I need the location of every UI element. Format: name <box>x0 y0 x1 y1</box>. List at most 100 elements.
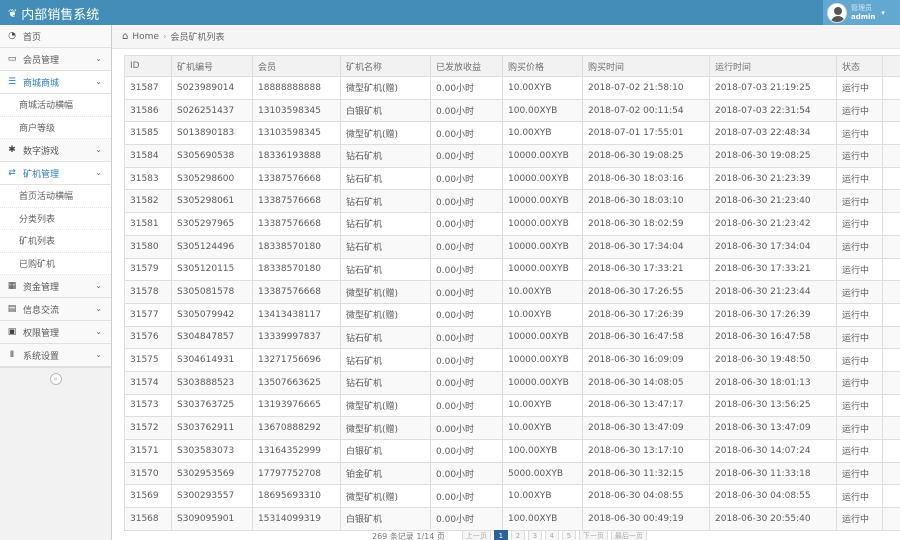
table-cell: 2018-07-02 21:58:10 <box>582 76 710 100</box>
table-row[interactable]: 31569 S300293557 18695693310 微型矿机(赠) 0.00小时 1… <box>124 484 900 509</box>
table-cell: 运行中 <box>836 461 883 486</box>
brand-logo[interactable]: ❦ 内部销售系统 <box>8 4 99 23</box>
page-button[interactable]: 4 <box>544 530 559 540</box>
table-cell <box>882 461 900 486</box>
table-cell: 10.00XYB <box>502 393 583 418</box>
column-header[interactable]: ID <box>124 55 172 77</box>
table-cell: 白银矿机 <box>340 439 431 463</box>
chevron-down-icon: ⌄ <box>95 145 102 154</box>
table-cell: 10.00XYB <box>502 416 583 440</box>
column-header[interactable]: 运行时间 <box>709 55 837 77</box>
table-row[interactable]: 31571 S303583073 13164352999 白银矿机 0.00小时 100.… <box>124 439 900 463</box>
table-row[interactable]: 31579 S305120115 18338570180 钻石矿机 0.00小时 1000… <box>124 257 900 282</box>
next-page-button[interactable]: 下一页 <box>578 530 608 540</box>
table-row[interactable]: 31587 S023989014 18888888888 微型矿机(赠) 0.00小时 1… <box>124 76 900 100</box>
sidebar-subitem[interactable]: 商户等级 <box>0 116 111 139</box>
sidebar-collapse: « <box>0 367 111 389</box>
table-row[interactable]: 31584 S305690538 18336193888 钻石矿机 0.00小时 1000… <box>124 144 900 168</box>
page-button[interactable]: 2 <box>510 530 525 540</box>
table-cell: 2018-06-30 16:47:58 <box>582 325 710 350</box>
sidebar-subitem[interactable]: 商城活动横幅 <box>0 94 111 117</box>
table-cell: 2018-06-30 14:07:24 <box>709 439 837 463</box>
column-header[interactable]: 矿机名称 <box>340 55 431 77</box>
sidebar-item-0[interactable]: ◔ 首页 <box>0 25 111 48</box>
table-row[interactable]: 31582 S305298061 13387576668 钻石矿机 0.00小时 1000… <box>124 189 900 214</box>
table-row[interactable]: 31578 S305081578 13387576668 微型矿机(赠) 0.00小时 1… <box>124 280 900 304</box>
table-cell: 2018-06-30 04:08:55 <box>582 484 710 509</box>
table-cell: 31576 <box>124 325 172 350</box>
table-row[interactable]: 31568 S309095901 15314099319 白银矿机 0.00小时 100.… <box>124 507 900 531</box>
table-cell: 微型矿机(赠) <box>340 484 431 509</box>
sidebar-item-5[interactable]: ▦ 资金管理 ⌄ <box>0 275 111 298</box>
sidebar-item-3[interactable]: ✱ 数字游戏 ⌄ <box>0 139 111 162</box>
table-cell: S026251437 <box>171 98 253 123</box>
table-row[interactable]: 31577 S305079942 13413438117 微型矿机(赠) 0.00小时 1… <box>124 302 900 327</box>
table-cell: 31577 <box>124 302 172 327</box>
table-row[interactable]: 31575 S304614931 13271756696 钻石矿机 0.00小时 1000… <box>124 348 900 372</box>
column-header[interactable]: 矿机编号 <box>171 55 253 77</box>
table-cell: 13271756696 <box>252 348 341 372</box>
prev-page-button[interactable]: 上一页 <box>461 530 491 540</box>
table-cell: S305124496 <box>171 234 253 259</box>
sidebar-item-1[interactable]: ▭ 会员管理 ⌄ <box>0 48 111 71</box>
page-button[interactable]: 1 <box>493 530 508 540</box>
table-cell <box>882 76 900 100</box>
table-cell: 0.00小时 <box>430 76 503 100</box>
table-row[interactable]: 31576 S304847857 13339997837 钻石矿机 0.00小时 1000… <box>124 325 900 350</box>
table-cell <box>882 393 900 418</box>
column-header[interactable]: 会员 <box>252 55 341 77</box>
sidebar-subitem[interactable]: 矿机列表 <box>0 230 111 253</box>
table-cell: 2018-06-30 21:23:42 <box>709 212 837 236</box>
table-cell: 0.00小时 <box>430 348 503 372</box>
last-page-button[interactable]: 最后一页 <box>610 530 647 540</box>
breadcrumb-home-link[interactable]: Home <box>132 32 159 42</box>
table-row[interactable]: 31585 S013890183 13103598345 微型矿机(赠) 0.00小时 1… <box>124 121 900 146</box>
sidebar-item-8[interactable]: Ⅱ 系统设置 ⌄ <box>0 344 111 367</box>
table-cell: 0.00小时 <box>430 325 503 350</box>
list-icon: ☰ <box>7 77 17 87</box>
user-menu[interactable]: 管理员 admin ▾ <box>823 0 900 25</box>
sidebar-subitem[interactable]: 已购矿机 <box>0 252 111 275</box>
sidebar-item-4[interactable]: ⇄ 矿机管理 ⌄ <box>0 162 111 185</box>
table-cell: 31572 <box>124 416 172 440</box>
table-row[interactable]: 31581 S305297965 13387576668 钻石矿机 0.00小时 1000… <box>124 212 900 236</box>
sidebar-subitem[interactable]: 分类列表 <box>0 207 111 230</box>
table-cell <box>882 507 900 531</box>
table-cell: 31584 <box>124 144 172 168</box>
table-row[interactable]: 31573 S303763725 13193976665 微型矿机(赠) 0.00小时 1… <box>124 393 900 418</box>
table-row[interactable]: 31586 S026251437 13103598345 白银矿机 0.00小时 100.… <box>124 98 900 123</box>
table-cell: 2018-07-02 00:11:54 <box>582 98 710 123</box>
column-header[interactable]: 购买价格 <box>502 55 583 77</box>
table-cell: 运行中 <box>836 234 883 259</box>
table-cell: 钻石矿机 <box>340 189 431 214</box>
table-cell: 10.00XYB <box>502 76 583 100</box>
page-button[interactable]: 5 <box>561 530 576 540</box>
table-cell: 31570 <box>124 461 172 486</box>
sidebar-item-label: 首页 <box>23 32 42 43</box>
sidebar-item-7[interactable]: ▣ 权限管理 ⌄ <box>0 321 111 344</box>
column-header[interactable] <box>882 55 900 77</box>
table-cell: S303763725 <box>171 393 253 418</box>
table-row[interactable]: 31580 S305124496 18338570180 钻石矿机 0.00小时 1000… <box>124 234 900 259</box>
table-cell: S303583073 <box>171 439 253 463</box>
page-button[interactable]: 3 <box>527 530 542 540</box>
table-row[interactable]: 31583 S305298600 13387576668 钻石矿机 0.00小时 1000… <box>124 166 900 191</box>
column-header[interactable]: 已发放收益 <box>430 55 503 77</box>
table-cell: 0.00小时 <box>430 144 503 168</box>
column-header[interactable]: 状态 <box>836 55 883 77</box>
collapse-sidebar-icon[interactable]: « <box>49 372 62 385</box>
sidebar-item-2[interactable]: ☰ 商城商城 ⌄ <box>0 71 111 94</box>
table-row[interactable]: 31570 S302953569 17797752708 铂金矿机 0.00小时 5000… <box>124 461 900 486</box>
sidebar-item-6[interactable]: ▤ 信息交流 ⌄ <box>0 298 111 321</box>
column-header[interactable]: 购买时间 <box>582 55 710 77</box>
table-cell: 2018-06-30 17:26:39 <box>709 302 837 327</box>
table-row[interactable]: 31572 S303762911 13670888292 微型矿机(赠) 0.00小时 1… <box>124 416 900 440</box>
table-cell: 31580 <box>124 234 172 259</box>
record-summary: 269 条记录 1/14 页 <box>372 531 445 540</box>
sidebar-subitem[interactable]: 首页活动横幅 <box>0 185 111 208</box>
table-cell: 2018-06-30 13:17:10 <box>582 439 710 463</box>
table-cell: 10000.00XYB <box>502 325 583 350</box>
table-row[interactable]: 31574 S303888523 13507663625 钻石矿机 0.00小时 1000… <box>124 370 900 395</box>
sidebar-item-label: 资金管理 <box>23 282 60 293</box>
table-cell: S305690538 <box>171 144 253 168</box>
